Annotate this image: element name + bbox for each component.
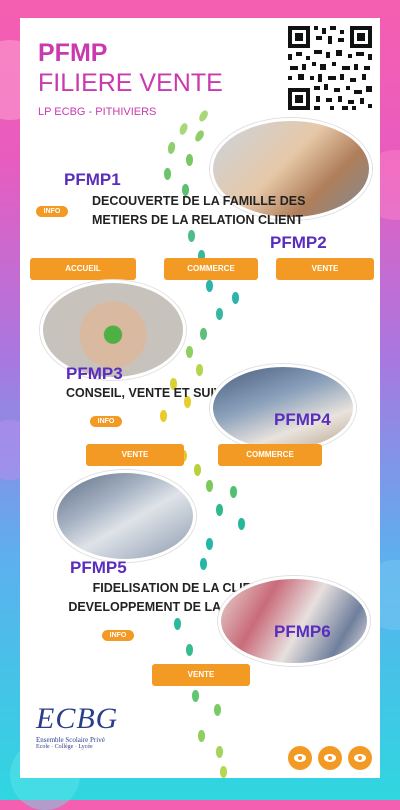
- pfmp5-info-button[interactable]: INFO: [102, 630, 134, 641]
- meeting-photo: [210, 364, 356, 452]
- vente-button-2[interactable]: VENTE: [86, 444, 184, 466]
- store-photo: [218, 576, 370, 666]
- qr-code[interactable]: [286, 24, 374, 112]
- laptop-photo: [54, 470, 196, 562]
- pfmp2-label: PFMP2: [270, 233, 327, 252]
- commerce-button-2[interactable]: COMMERCE: [218, 444, 322, 466]
- pfmp1-info-button[interactable]: INFO: [36, 206, 68, 217]
- eye-icon[interactable]: [288, 746, 312, 770]
- commerce-button[interactable]: COMMERCE: [164, 258, 258, 280]
- vente-button[interactable]: VENTE: [276, 258, 374, 280]
- page-title: PFMP: [38, 39, 108, 67]
- pfmp5-label: PFMP5: [70, 558, 127, 577]
- vente-button-3[interactable]: VENTE: [152, 664, 250, 686]
- pfmp4-label: PFMP4: [274, 410, 331, 429]
- ecbg-logo: ECBG Ensemble Scolaire Privé Ecole · Col…: [36, 702, 119, 750]
- page-title-secondary: FILIERE VENTE: [38, 69, 223, 97]
- pfmp6-label: PFMP6: [274, 622, 331, 641]
- pfmp3-label: PFMP3: [66, 364, 123, 383]
- pfmp1-description: DECOUVERTE DE LA FAMILLE DES METIERS DE …: [92, 194, 306, 227]
- eye-icon[interactable]: [318, 746, 342, 770]
- pfmp1-label: PFMP1: [64, 170, 121, 189]
- eye-icon[interactable]: [348, 746, 372, 770]
- school-subtitle: LP ECBG - PITHIVIERS: [38, 106, 157, 118]
- pfmp3-info-button[interactable]: INFO: [90, 416, 122, 427]
- accueil-button[interactable]: ACCUEIL: [30, 258, 136, 280]
- poster-card: PFMP FILIERE VENTE LP ECBG - PITHIVIERS: [20, 18, 380, 778]
